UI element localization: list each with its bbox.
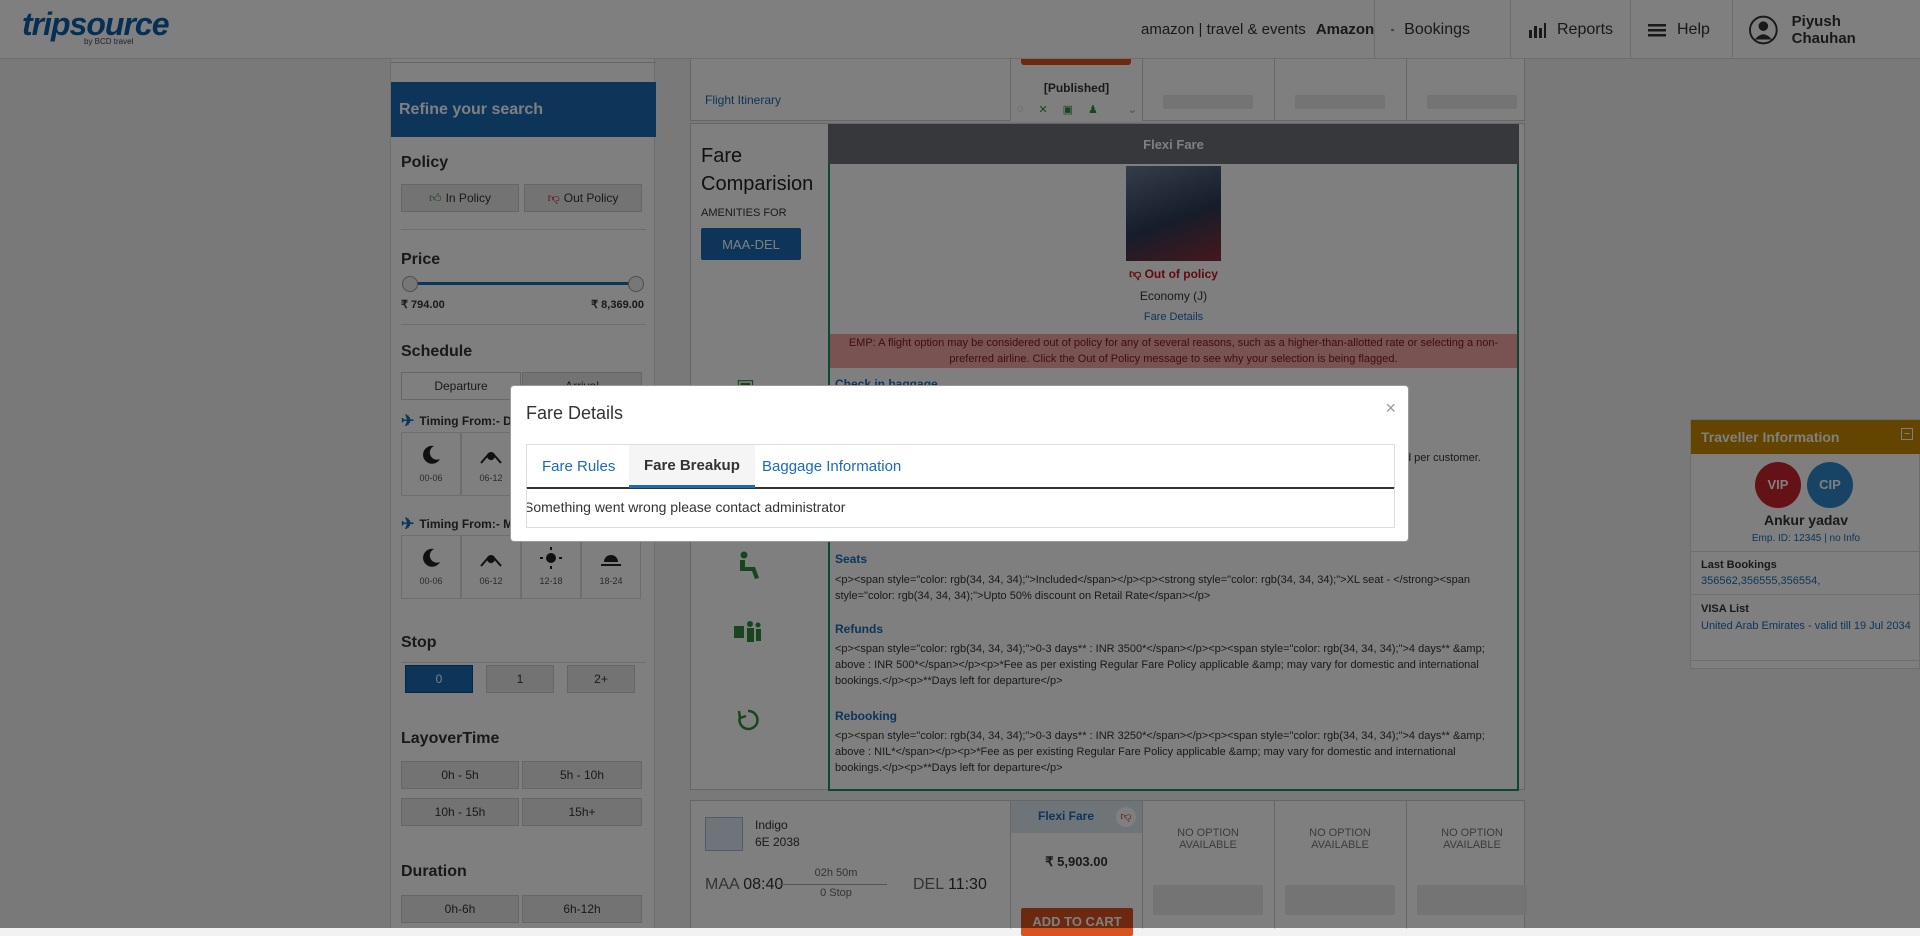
- modal-title: Fare Details: [526, 403, 623, 424]
- close-icon[interactable]: ×: [1385, 398, 1396, 419]
- tab-content: Something went wrong please contact admi…: [526, 488, 1395, 528]
- fare-details-modal: Fare Details × Fare Rules Fare Breakup B…: [510, 385, 1409, 542]
- tab-fare-rules[interactable]: Fare Rules: [527, 445, 630, 488]
- tab-fare-breakup[interactable]: Fare Breakup: [629, 445, 755, 488]
- tab-baggage-information[interactable]: Baggage Information: [747, 445, 916, 488]
- error-message: Something went wrong please contact admi…: [526, 499, 845, 515]
- modal-tabs: Fare Rules Fare Breakup Baggage Informat…: [526, 444, 1395, 489]
